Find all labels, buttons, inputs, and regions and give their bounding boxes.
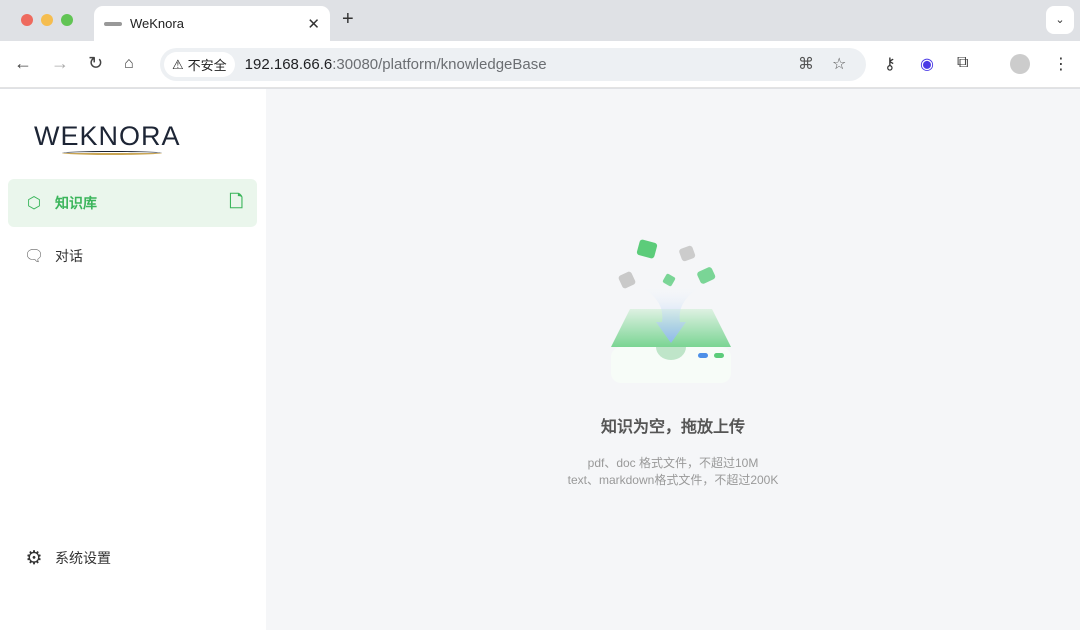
warning-icon: ⚠	[172, 56, 184, 72]
sidebar-item-settings[interactable]: ⚙ 系统设置	[8, 534, 257, 582]
tab-title: WeKnora	[130, 16, 184, 31]
upload-hint-pdf-doc: pdf、doc 格式文件，不超过10M	[587, 456, 759, 470]
browser-toolbar: ← → ↻ ⌂ ⚠ 不安全 192.168.66.6:30080/platform…	[0, 41, 1080, 88]
maximize-window-button[interactable]	[61, 14, 73, 26]
bookmark-star-icon[interactable]: ☆	[832, 54, 846, 74]
weknora-logo: WEKNORA	[34, 121, 181, 155]
logo-text: WEKNORA	[34, 121, 181, 151]
sidebar-item-label: 系统设置	[55, 550, 111, 566]
profile-avatar[interactable]	[1010, 54, 1030, 74]
reload-icon[interactable]: ↻	[88, 53, 103, 74]
empty-state-title: 知识为空，拖放上传	[600, 419, 745, 436]
add-file-icon[interactable]: 🗋	[229, 189, 243, 218]
sidebar-item-knowledge-base[interactable]: ⬡ 知识库 🗋	[8, 179, 257, 227]
extensions-puzzle-icon[interactable]: ⧉	[957, 54, 968, 72]
url-path: :30080/platform/knowledgeBase	[332, 56, 547, 73]
sidebar-item-chat[interactable]: 🗨 对话	[8, 232, 257, 280]
window-controls[interactable]	[21, 14, 73, 26]
new-tab-button[interactable]: +	[342, 8, 354, 31]
empty-upload-illustration	[611, 239, 731, 383]
browser-tab[interactable]: WeKnora ✕	[94, 6, 330, 41]
gear-icon: ⚙	[25, 547, 43, 569]
address-bar[interactable]: ⚠ 不安全 192.168.66.6:30080/platform/knowled…	[160, 48, 866, 81]
upload-hint-text-markdown: text、markdown格式文件，不超过200K	[567, 473, 779, 487]
upload-drop-zone[interactable]: 知识为空，拖放上传 pdf、doc 格式文件，不超过10M text、markd…	[266, 89, 1080, 630]
cube-icon: ⬡	[27, 195, 41, 212]
sidebar-item-label: 知识库	[55, 195, 97, 211]
url-text[interactable]: 192.168.66.6:30080/platform/knowledgeBas…	[245, 56, 547, 73]
close-window-button[interactable]	[21, 14, 33, 26]
sidebar: WEKNORA ⬡ 知识库 🗋 🗨 对话 ⚙ 系统设置	[0, 89, 266, 630]
tab-search-button[interactable]: ⌄	[1046, 6, 1074, 34]
forward-icon[interactable]: →	[51, 53, 69, 74]
insecure-label: 不安全	[187, 58, 227, 73]
more-menu-icon[interactable]: ⋮	[1053, 54, 1069, 74]
close-tab-icon[interactable]: ✕	[307, 15, 320, 33]
minimize-window-button[interactable]	[41, 14, 53, 26]
extension-icon[interactable]: ◉	[920, 54, 934, 74]
translate-icon[interactable]: ⌘	[798, 54, 814, 74]
home-icon[interactable]: ⌂	[124, 55, 134, 73]
favicon-icon	[104, 21, 122, 26]
url-host: 192.168.66.6	[244, 56, 333, 73]
security-chip[interactable]: ⚠ 不安全	[164, 52, 235, 77]
tab-bar: WeKnora ✕ + ⌄	[0, 0, 1080, 41]
sidebar-item-label: 对话	[55, 248, 83, 264]
password-extension-icon[interactable]: ⚷	[884, 54, 896, 74]
chat-icon: 🗨	[24, 248, 45, 265]
back-icon[interactable]: ←	[14, 53, 32, 74]
